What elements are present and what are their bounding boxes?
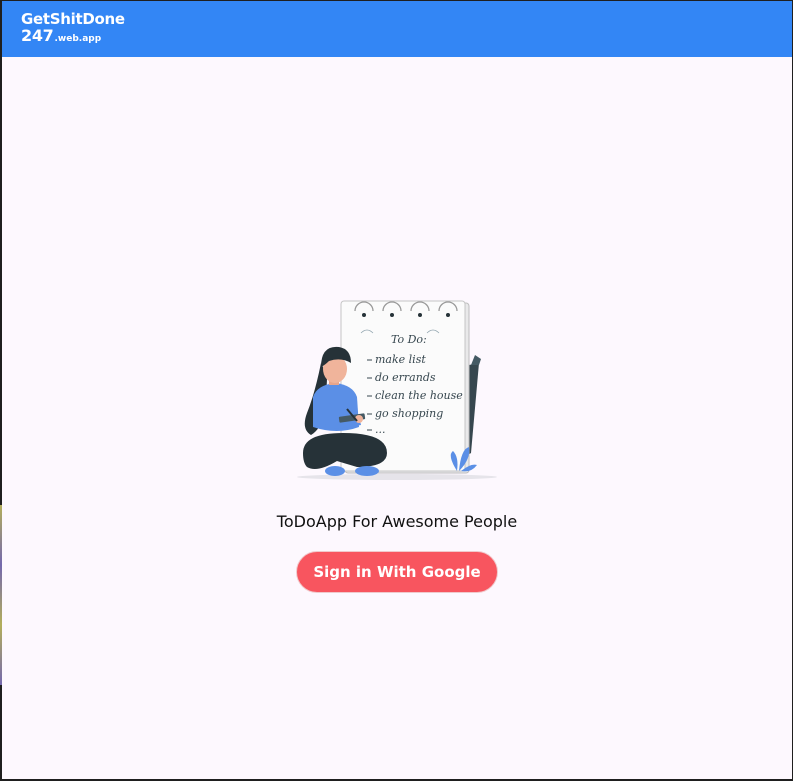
logo-domain: .web.app — [54, 34, 102, 44]
app-window: GetShitDone 247.web.app To Do: make list… — [2, 1, 792, 779]
logo-title: GetShitDone — [21, 10, 125, 28]
note-item-4: go shopping — [375, 407, 443, 420]
landing-hero: To Do: make list do errands clean the ho… — [2, 293, 792, 593]
tagline: ToDoApp For Awesome People — [276, 512, 518, 531]
top-app-bar: GetShitDone 247.web.app — [2, 1, 792, 57]
google-sign-in-button[interactable]: Sign in With Google — [296, 551, 498, 593]
note-item-5: ... — [375, 423, 386, 436]
app-logo[interactable]: GetShitDone 247.web.app — [21, 12, 125, 44]
note-title: To Do: — [391, 333, 427, 346]
logo-number: 247 — [21, 26, 54, 45]
todo-notepad-illustration: To Do: make list do errands clean the ho… — [297, 300, 497, 480]
note-item-2: do errands — [375, 371, 436, 384]
note-item-3: clean the house — [375, 389, 463, 402]
logo-subtitle: 247.web.app — [21, 28, 125, 44]
note-item-1: make list — [375, 353, 426, 366]
